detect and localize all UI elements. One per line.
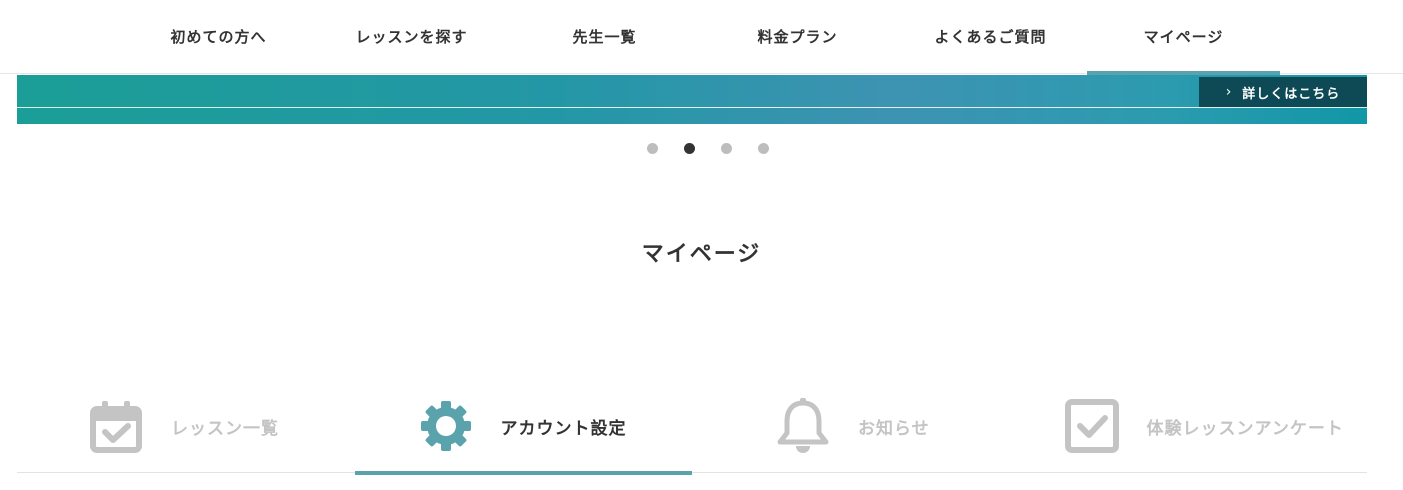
hero-banner[interactable]: › 詳しくはこちら: [17, 75, 1367, 124]
tab-trial-survey[interactable]: 体験レッスンアンケート: [1030, 380, 1368, 472]
tab-lesson-list[interactable]: レッスン一覧: [17, 380, 355, 472]
tab-account-settings[interactable]: アカウント設定: [354, 380, 693, 475]
carousel-dot-2[interactable]: [683, 143, 695, 154]
page-title: マイページ: [641, 242, 762, 267]
nav-item-faq[interactable]: よくあるご質問: [894, 0, 1087, 73]
calendar-check-icon: [87, 397, 145, 455]
bell-icon: [774, 397, 832, 455]
tab-notifications[interactable]: お知らせ: [692, 380, 1030, 472]
mypage-tabs: レッスン一覧 アカウント設定 お知らせ 体験レッスンアンケート: [17, 380, 1368, 475]
nav-item-find-lessons[interactable]: レッスンを探す: [315, 0, 508, 73]
carousel-pagination: [0, 143, 1403, 154]
nav-item-teachers[interactable]: 先生一覧: [508, 0, 701, 73]
tab-trial-survey-label: 体験レッスンアンケート: [1146, 418, 1344, 439]
tab-account-settings-label: アカウント設定: [500, 418, 627, 439]
banner-divider: [17, 107, 1367, 108]
nav-item-pricing[interactable]: 料金プラン: [701, 0, 894, 73]
nav-item-mypage[interactable]: マイページ: [1087, 0, 1280, 75]
carousel-dot-3[interactable]: [720, 143, 732, 154]
carousel-dot-4[interactable]: [757, 143, 769, 154]
details-button-label: 詳しくはこちら: [1242, 86, 1341, 102]
tab-notifications-label: お知らせ: [858, 418, 930, 439]
checkbox-icon: [1063, 397, 1121, 455]
carousel-dot-1[interactable]: [646, 143, 658, 154]
details-button[interactable]: › 詳しくはこちら: [1199, 77, 1367, 107]
global-nav: 初めての方へ レッスンを探す 先生一覧 料金プラン よくあるご質問 マイページ: [0, 0, 1403, 75]
tab-lesson-list-label: レッスン一覧: [171, 418, 279, 439]
nav-list: 初めての方へ レッスンを探す 先生一覧 料金プラン よくあるご質問 マイページ: [122, 0, 1280, 75]
chevron-right-icon: ›: [1225, 84, 1233, 100]
gear-icon: [417, 397, 475, 455]
nav-item-beginners[interactable]: 初めての方へ: [122, 0, 315, 73]
